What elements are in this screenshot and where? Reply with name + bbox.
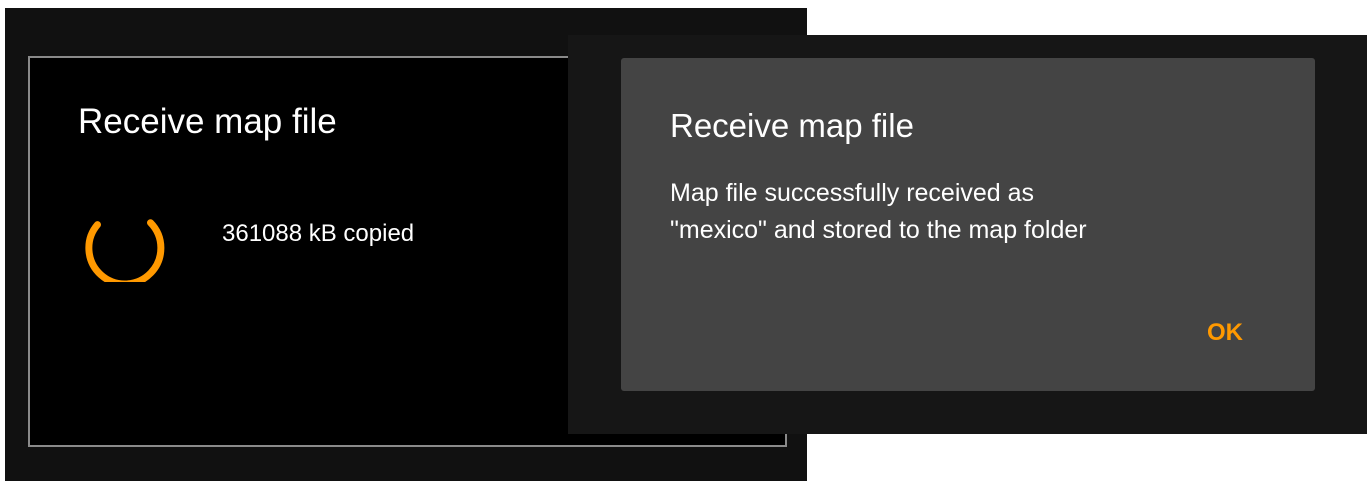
message-line-2: "mexico" and stored to the map folder — [670, 216, 1087, 244]
message-line-1: Map file successfully received as — [670, 179, 1035, 207]
success-dialog-title: Receive map file — [670, 107, 914, 144]
progress-dialog-title: Receive map file — [78, 102, 337, 141]
success-dialog-message: Map file successfully received as "mexic… — [670, 175, 1087, 249]
progress-text: 361088 kB copied — [222, 220, 415, 247]
loading-spinner-icon — [85, 219, 165, 282]
ok-button[interactable]: OK — [1195, 313, 1255, 353]
